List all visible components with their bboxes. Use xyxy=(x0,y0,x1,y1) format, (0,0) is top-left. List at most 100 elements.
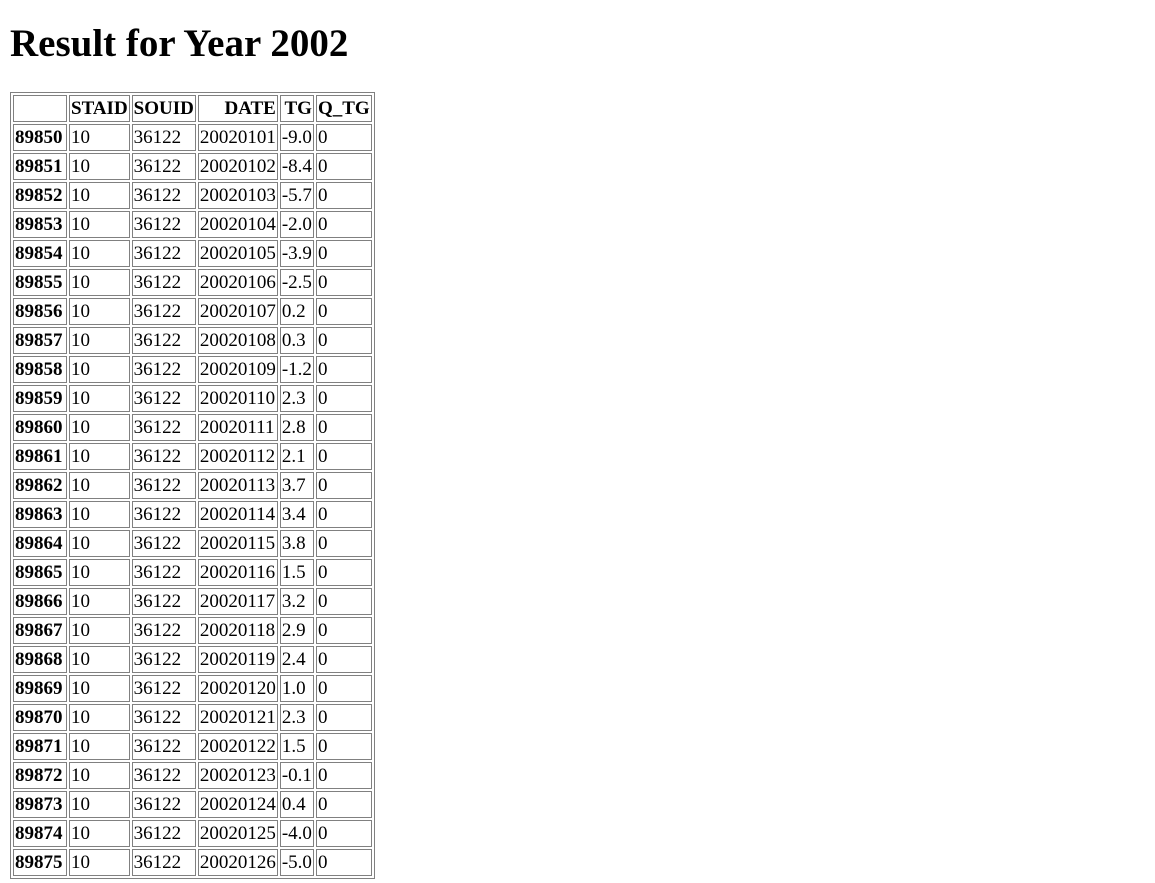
date-cell: 20020118 xyxy=(197,617,278,644)
q-tg-cell: 0 xyxy=(315,617,372,644)
date-cell: 20020109 xyxy=(197,356,278,383)
table-row: 89863 10 36122 20020114 3.4 0 xyxy=(13,501,372,528)
tg-cell: -5.0 xyxy=(279,849,314,876)
staid-cell: 10 xyxy=(69,472,130,499)
staid-cell: 10 xyxy=(69,153,130,180)
q-tg-cell: 0 xyxy=(315,414,372,441)
q-tg-cell: 0 xyxy=(315,849,372,876)
date-cell: 20020114 xyxy=(197,501,278,528)
row-index-cell: 89874 xyxy=(13,820,67,847)
tg-cell: 2.3 xyxy=(279,704,314,731)
row-index-cell: 89863 xyxy=(13,501,67,528)
table-row: 89854 10 36122 20020105 -3.9 0 xyxy=(13,240,372,267)
column-header-staid: STAID xyxy=(69,95,130,122)
souid-cell: 36122 xyxy=(131,153,196,180)
date-cell: 20020111 xyxy=(197,414,278,441)
souid-cell: 36122 xyxy=(131,327,196,354)
date-cell: 20020110 xyxy=(197,385,278,412)
staid-cell: 10 xyxy=(69,124,130,151)
tg-cell: -8.4 xyxy=(279,153,314,180)
result-table: STAID SOUID DATE TG Q_TG 89850 10 36122 200… xyxy=(10,92,375,879)
souid-cell: 36122 xyxy=(131,675,196,702)
tg-cell: 3.2 xyxy=(279,588,314,615)
row-index-cell: 89856 xyxy=(13,298,67,325)
q-tg-cell: 0 xyxy=(315,530,372,557)
souid-cell: 36122 xyxy=(131,472,196,499)
row-index-cell: 89868 xyxy=(13,646,67,673)
staid-cell: 10 xyxy=(69,559,130,586)
q-tg-cell: 0 xyxy=(315,385,372,412)
row-index-cell: 89865 xyxy=(13,559,67,586)
tg-cell: 0.4 xyxy=(279,791,314,818)
q-tg-cell: 0 xyxy=(315,153,372,180)
row-index-cell: 89858 xyxy=(13,356,67,383)
tg-cell: -0.1 xyxy=(279,762,314,789)
tg-cell: -2.5 xyxy=(279,269,314,296)
row-index-cell: 89875 xyxy=(13,849,67,876)
date-cell: 20020112 xyxy=(197,443,278,470)
table-row: 89866 10 36122 20020117 3.2 0 xyxy=(13,588,372,615)
column-header-tg: TG xyxy=(279,95,314,122)
tg-cell: -3.9 xyxy=(279,240,314,267)
corner-header xyxy=(13,95,67,122)
tg-cell: 2.4 xyxy=(279,646,314,673)
tg-cell: -4.0 xyxy=(279,820,314,847)
column-header-date: DATE xyxy=(197,95,278,122)
q-tg-cell: 0 xyxy=(315,704,372,731)
tg-cell: -9.0 xyxy=(279,124,314,151)
date-cell: 20020105 xyxy=(197,240,278,267)
souid-cell: 36122 xyxy=(131,791,196,818)
souid-cell: 36122 xyxy=(131,385,196,412)
date-cell: 20020116 xyxy=(197,559,278,586)
staid-cell: 10 xyxy=(69,327,130,354)
row-index-cell: 89871 xyxy=(13,733,67,760)
date-cell: 20020126 xyxy=(197,849,278,876)
q-tg-cell: 0 xyxy=(315,472,372,499)
souid-cell: 36122 xyxy=(131,182,196,209)
souid-cell: 36122 xyxy=(131,269,196,296)
date-cell: 20020117 xyxy=(197,588,278,615)
souid-cell: 36122 xyxy=(131,559,196,586)
staid-cell: 10 xyxy=(69,240,130,267)
row-index-cell: 89872 xyxy=(13,762,67,789)
table-row: 89873 10 36122 20020124 0.4 0 xyxy=(13,791,372,818)
tg-cell: 3.7 xyxy=(279,472,314,499)
staid-cell: 10 xyxy=(69,791,130,818)
staid-cell: 10 xyxy=(69,646,130,673)
tg-cell: 2.8 xyxy=(279,414,314,441)
table-row: 89862 10 36122 20020113 3.7 0 xyxy=(13,472,372,499)
row-index-cell: 89854 xyxy=(13,240,67,267)
table-row: 89851 10 36122 20020102 -8.4 0 xyxy=(13,153,372,180)
souid-cell: 36122 xyxy=(131,124,196,151)
row-index-cell: 89855 xyxy=(13,269,67,296)
souid-cell: 36122 xyxy=(131,530,196,557)
souid-cell: 36122 xyxy=(131,443,196,470)
row-index-cell: 89873 xyxy=(13,791,67,818)
row-index-cell: 89850 xyxy=(13,124,67,151)
table-body: 89850 10 36122 20020101 -9.0 0 89851 10 36122 200… xyxy=(13,124,372,876)
date-cell: 20020123 xyxy=(197,762,278,789)
table-row: 89875 10 36122 20020126 -5.0 0 xyxy=(13,849,372,876)
page-title: Result for Year 2002 xyxy=(10,22,349,65)
date-cell: 20020113 xyxy=(197,472,278,499)
staid-cell: 10 xyxy=(69,414,130,441)
row-index-cell: 89864 xyxy=(13,530,67,557)
staid-cell: 10 xyxy=(69,849,130,876)
row-index-cell: 89857 xyxy=(13,327,67,354)
q-tg-cell: 0 xyxy=(315,356,372,383)
q-tg-cell: 0 xyxy=(315,240,372,267)
table-row: 89874 10 36122 20020125 -4.0 0 xyxy=(13,820,372,847)
staid-cell: 10 xyxy=(69,269,130,296)
row-index-cell: 89859 xyxy=(13,385,67,412)
column-header-q-tg: Q_TG xyxy=(315,95,372,122)
table-row: 89858 10 36122 20020109 -1.2 0 xyxy=(13,356,372,383)
table-row: 89865 10 36122 20020116 1.5 0 xyxy=(13,559,372,586)
tg-cell: 3.4 xyxy=(279,501,314,528)
date-cell: 20020122 xyxy=(197,733,278,760)
tg-cell: 0.3 xyxy=(279,327,314,354)
staid-cell: 10 xyxy=(69,530,130,557)
q-tg-cell: 0 xyxy=(315,443,372,470)
q-tg-cell: 0 xyxy=(315,327,372,354)
souid-cell: 36122 xyxy=(131,501,196,528)
table-row: 89857 10 36122 20020108 0.3 0 xyxy=(13,327,372,354)
